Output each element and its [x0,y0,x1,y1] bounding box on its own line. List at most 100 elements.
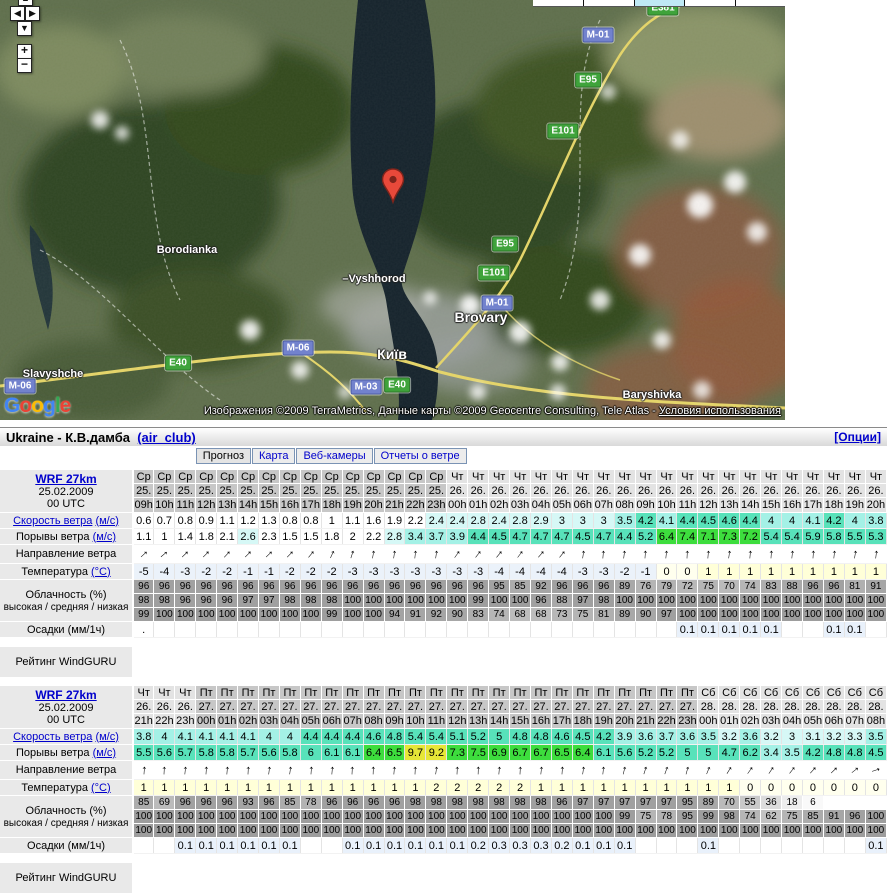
temperature-cell: 1 [238,780,259,796]
wind-speed-cell: 3.5 [698,729,719,745]
day-header-cell: Ср [196,470,217,484]
options-link[interactable]: [Опции] [834,430,881,444]
wind-direction-arrow-icon: ↑ [725,546,734,563]
day-header-cell: Пт [196,686,217,700]
cloud-low-cell: 100 [363,608,384,622]
date-header-cell: 28. [803,700,824,714]
wind-speed-cell: 4.8 [384,729,405,745]
wind-gust-cell: 1.1 [133,529,154,545]
day-header-cell: Ср [175,470,196,484]
road-badge: E101 [478,266,509,281]
road-badge: E95 [492,237,518,252]
wind-speed-cell: 0.8 [300,513,321,529]
tab-Веб-камеры[interactable]: Веб-камеры [296,448,372,464]
day-header-cell: Чт [823,470,844,484]
zoom-out-button[interactable]: − [17,58,32,73]
wind-speed-cell: 3 [551,513,572,529]
wind-direction-arrow-icon: ↑ [198,546,214,562]
wind-direction-cell: ↑ [803,545,824,564]
wind-direction-cell: ↑ [133,761,154,780]
wind-direction-arrow-icon: ↑ [558,762,566,778]
temperature-cell: 1 [279,780,300,796]
hour-header-cell: 02h [238,714,259,729]
date-header-cell: 25. [238,484,259,498]
forecast-table: WRF 27km25.02.200900 UTCСрСрСрСрСрСрСрСр… [0,470,887,678]
wind-direction-cell: ↑ [405,545,426,564]
cloud-low-cell: 100 [865,608,886,622]
hour-header-cell: 10h [405,714,426,729]
hour-header-cell: 16h [782,498,803,513]
temperature-cell: 1 [844,564,865,580]
precipitation-cell: 0.1 [698,838,719,854]
wind-speed-cell: 4.2 [823,513,844,529]
cloud-low-cell: 100 [677,608,698,622]
date-header-cell: 26. [468,484,489,498]
road-badge: M-01 [583,28,614,43]
day-header-cell: Пт [321,686,342,700]
wind-gust-cell: 4.8 [844,745,865,761]
pan-right-button[interactable]: ▶ [25,6,40,21]
cloud-mid-cell: 98 [154,594,175,608]
wind-direction-cell: ↑ [677,761,698,780]
cloud-mid-cell: 99 [468,594,489,608]
hour-header-cell: 22h [405,498,426,513]
wind-gust-cell: 6.5 [551,745,572,761]
wind-gust-cell: 6.1 [593,745,614,761]
cloud-mid-cell: 100 [154,810,175,824]
cloud-high-cell: 96 [259,796,280,810]
cloud-low-cell: 90 [447,608,468,622]
precipitation-cell: 0.1 [593,838,614,854]
wind-direction-arrow-icon: ↑ [662,546,670,563]
cloud-low-cell: 100 [510,824,531,838]
tab-Карта[interactable]: Карта [252,448,295,464]
cloud-mid-cell: 100 [761,594,782,608]
wind-direction-arrow-icon: ↑ [805,762,821,778]
precipitation-cell: 0.2 [468,838,489,854]
date-header-cell: 25. [154,484,175,498]
wind-speed-cell: 3.5 [614,513,635,529]
cloud-high-cell: 98 [426,796,447,810]
wind-direction-arrow-icon: ↑ [764,762,778,779]
cloud-low-cell: 100 [740,824,761,838]
precipitation-cell: 0.1 [677,622,698,638]
precipitation-cell [782,838,803,854]
tab-Прогноз[interactable]: Прогноз [196,448,251,464]
google-logo-letter: o [19,394,31,417]
wind-speed-cell: 1.2 [238,513,259,529]
wind-gust-cell: 5.4 [761,529,782,545]
temperature-cell: 2 [426,780,447,796]
date-header-cell: 27. [259,700,280,714]
day-header-cell: Чт [154,686,175,700]
hour-header-cell: 18h [321,498,342,513]
station-link[interactable]: (air_club) [137,430,196,445]
cloud-high-cell: 96 [217,580,238,594]
wind-direction-cell: ↑ [551,545,572,564]
date-header-cell: 26. [489,484,510,498]
wind-speed-cell: 0.9 [196,513,217,529]
temperature-cell: -2 [300,564,321,580]
hour-header-cell: 22h [656,714,677,729]
cloud-high-cell: 96 [551,796,572,810]
tab-Отчеты о ветре[interactable]: Отчеты о ветре [374,448,467,464]
cloud-mid-cell: 75 [782,810,803,824]
precipitation-cell: 0.1 [217,838,238,854]
model-link[interactable]: WRF 27km [35,688,96,702]
date-header-cell: 25. [133,484,154,498]
temperature-cell: -3 [384,564,405,580]
row-label: Порывы ветра (м/с) [0,745,133,761]
cloud-high-cell: 96 [196,580,217,594]
wind-direction-cell: ↑ [719,761,740,780]
pan-left-button[interactable]: ◀ [10,6,25,21]
wind-speed-cell: 0.8 [175,513,196,529]
model-link[interactable]: WRF 27km [35,472,96,486]
location-marker-pin[interactable] [381,168,405,204]
terms-of-use-link[interactable]: Условия использования [659,405,781,417]
wind-direction-cell: ↑ [803,761,824,780]
satellite-map[interactable]: Borodianka–VyshhorodBrovaryКиївSlavyshch… [0,0,785,420]
cloud-high-cell: 96 [384,796,405,810]
pan-down-button[interactable]: ▼ [17,21,32,36]
cloud-low-cell: 100 [782,824,803,838]
temperature-cell: -4 [531,564,552,580]
wind-speed-cell: 1.6 [363,513,384,529]
row-label: Облачность (%)высокая / средняя / низкая [0,580,133,622]
